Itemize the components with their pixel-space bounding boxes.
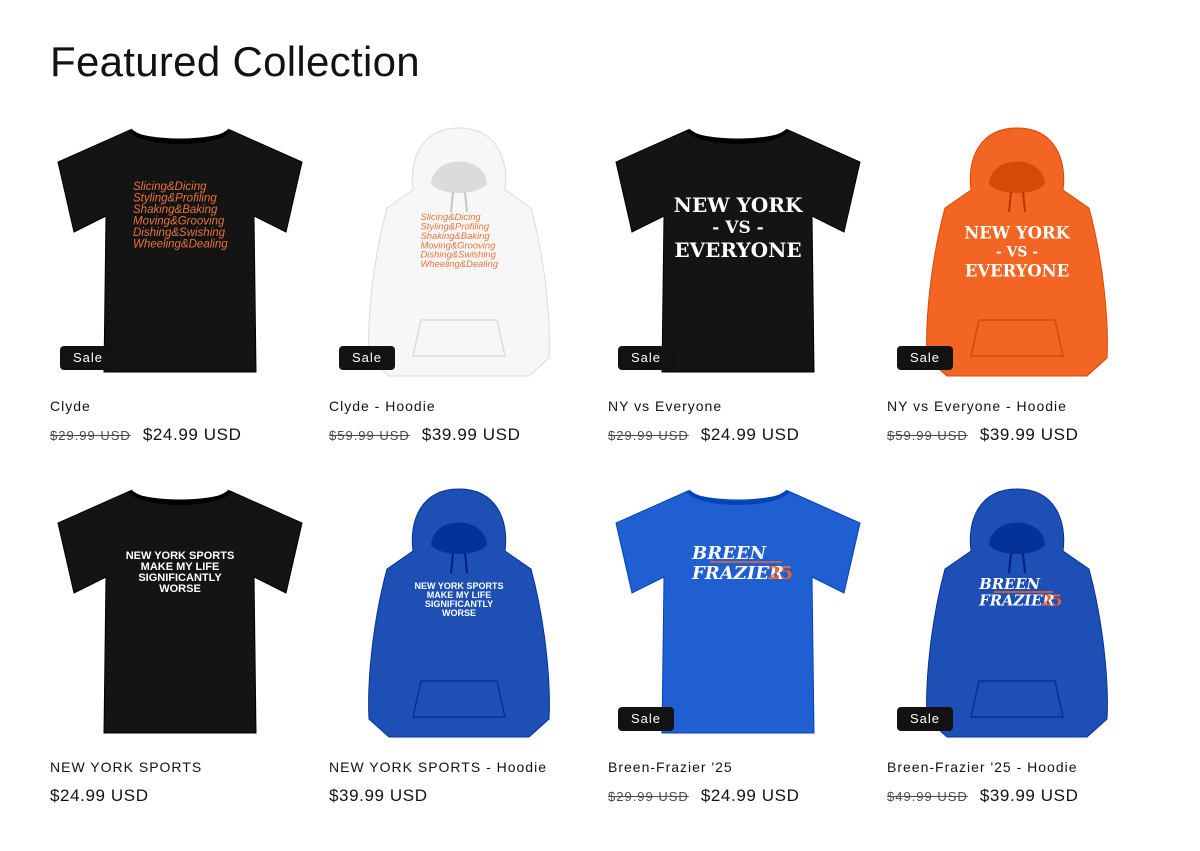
product-card[interactable]: Slicing&Dicing Styling&Profiling Shaking&B…: [329, 120, 589, 490]
print-text: Wheeling&Dealing: [133, 239, 228, 251]
sale-price: $24.99 USD: [700, 425, 800, 444]
sale-price: $24.99 USD: [700, 786, 800, 805]
sale-price: $24.99 USD: [142, 425, 242, 444]
product-card[interactable]: BREEN FRAZIER 25 Sale Breen-Frazier '25 $2…: [608, 481, 868, 851]
tshirt-illustration: BREENFRAZIER25: [615, 489, 861, 734]
compare-price: $29.99 USD: [50, 428, 131, 443]
print-text: Slicing&Dicing: [133, 181, 207, 193]
product-image[interactable]: BREEN FRAZIER 25: [887, 481, 1147, 741]
product-price: $59.99 USD $39.99 USD: [887, 425, 1078, 445]
product-title[interactable]: NEW YORK SPORTS: [50, 759, 202, 775]
product-image[interactable]: Slicing&Dicing Styling&Profiling Shaking&B…: [50, 120, 310, 380]
compare-price: $29.99 USD: [608, 428, 689, 443]
print-text: Dishing&Swishing: [133, 227, 226, 239]
hoodie-illustration: BREENFRAZIER25: [926, 488, 1108, 738]
sale-price: $39.99 USD: [421, 425, 521, 444]
print-text: WORSE: [159, 583, 201, 595]
print-graphic: Slicing&DicingStyling&ProfilingShaking&B…: [420, 211, 498, 269]
print-text: WORSE: [442, 608, 476, 618]
print-text: - VS -: [996, 244, 1038, 260]
product-price: $59.99 USD $39.99 USD: [329, 425, 520, 445]
tshirt-illustration: NEW YORK SPORTSMAKE MY LIFESIGNIFICANTLY…: [57, 489, 303, 734]
compare-price: $49.99 USD: [887, 789, 968, 804]
product-image[interactable]: BREEN FRAZIER 25: [608, 481, 868, 741]
print-text: NEW YORK: [674, 193, 803, 217]
sale-badge: Sale: [897, 346, 954, 370]
product-card[interactable]: NEW YORK - VS - EVERYONE Sale NY vs Everyo…: [608, 120, 868, 490]
product-image[interactable]: NEW YORK - VS - EVERYONE: [887, 120, 1147, 380]
sale-badge: Sale: [618, 707, 675, 731]
product-title[interactable]: NY vs Everyone - Hoodie: [887, 398, 1067, 414]
print-text: Styling&Profiling: [133, 193, 217, 205]
product-title[interactable]: Breen-Frazier '25: [608, 759, 733, 775]
tshirt-body: [57, 490, 303, 734]
print-text: Wheeling&Dealing: [420, 258, 498, 269]
print-text: EVERYONE: [965, 262, 1069, 281]
tshirt-body: [57, 129, 303, 373]
sale-badge: Sale: [897, 707, 954, 731]
product-card[interactable]: NEW YORK SPORTS MAKE MY LIFE SIGNIFICANTLY…: [50, 481, 310, 851]
print-text: BREEN: [691, 543, 768, 564]
section-title: Featured Collection: [50, 38, 420, 85]
product-image[interactable]: Slicing&Dicing Styling&Profiling Shaking&B…: [329, 120, 589, 380]
print-text: BREEN: [978, 576, 1040, 593]
sale-price: $24.99 USD: [50, 786, 149, 805]
product-price: $49.99 USD $39.99 USD: [887, 786, 1078, 806]
product-card[interactable]: NEW YORK - VS - EVERYONE Sale NY vs Everyo…: [887, 120, 1147, 490]
sale-badge: Sale: [339, 346, 396, 370]
sale-badge: Sale: [60, 346, 117, 370]
compare-price: $59.99 USD: [329, 428, 410, 443]
hoodie-illustration: Slicing&DicingStyling&ProfilingShaking&B…: [368, 127, 550, 377]
product-image[interactable]: NEW YORK SPORTS MAKE MY LIFE SIGNIFICANTLY…: [329, 481, 589, 741]
product-price: $29.99 USD $24.99 USD: [608, 786, 799, 806]
product-title[interactable]: NEW YORK SPORTS - Hoodie: [329, 759, 547, 775]
print-text: 25: [768, 563, 793, 584]
sale-price: $39.99 USD: [979, 425, 1079, 444]
compare-price: $29.99 USD: [608, 789, 689, 804]
compare-price: $59.99 USD: [887, 428, 968, 443]
print-text: - VS -: [712, 218, 763, 238]
product-title[interactable]: Breen-Frazier '25 - Hoodie: [887, 759, 1078, 775]
print-text: EVERYONE: [674, 238, 801, 262]
tshirt-illustration: Slicing&DicingStyling&ProfilingShaking&B…: [57, 128, 303, 373]
print-text: Shaking&Baking: [133, 204, 218, 216]
print-text: NEW YORK: [964, 223, 1070, 242]
hoodie-illustration: NEW YORK - VS - EVERYONE: [926, 127, 1108, 377]
product-price: $29.99 USD $24.99 USD: [50, 425, 241, 445]
product-price: $24.99 USD: [50, 786, 149, 806]
product-title[interactable]: Clyde - Hoodie: [329, 398, 436, 414]
product-card[interactable]: Slicing&Dicing Styling&Profiling Shaking&B…: [50, 120, 310, 490]
product-price: $29.99 USD $24.99 USD: [608, 425, 799, 445]
product-card[interactable]: NEW YORK SPORTS MAKE MY LIFE SIGNIFICANTLY…: [329, 481, 589, 851]
print-text: 25: [1042, 592, 1063, 609]
product-image[interactable]: NEW YORK SPORTS MAKE MY LIFE SIGNIFICANTLY…: [50, 481, 310, 741]
tshirt-illustration: NEW YORK- VS -EVERYONE: [615, 128, 861, 373]
hoodie-illustration: NEW YORK SPORTSMAKE MY LIFESIGNIFICANTLY…: [368, 488, 550, 738]
product-price: $39.99 USD: [329, 786, 428, 806]
sale-badge: Sale: [618, 346, 675, 370]
tshirt-body: [615, 490, 861, 734]
product-image[interactable]: NEW YORK - VS - EVERYONE: [608, 120, 868, 380]
sale-price: $39.99 USD: [979, 786, 1079, 805]
print-text: Moving&Grooving: [133, 216, 225, 228]
sale-price: $39.99 USD: [329, 786, 428, 805]
product-card[interactable]: BREEN FRAZIER 25 Sale Breen-Frazier '25 - …: [887, 481, 1147, 851]
product-title[interactable]: NY vs Everyone: [608, 398, 722, 414]
product-title[interactable]: Clyde: [50, 398, 91, 414]
